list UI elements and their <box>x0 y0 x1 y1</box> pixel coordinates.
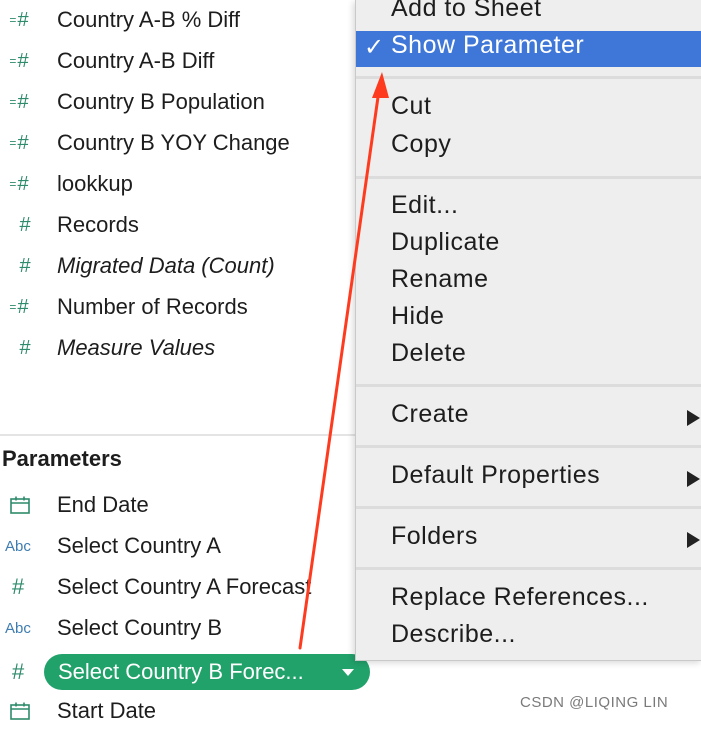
watermark: CSDN @LIQING LIN <box>520 694 669 711</box>
annotation-arrow <box>298 72 389 650</box>
